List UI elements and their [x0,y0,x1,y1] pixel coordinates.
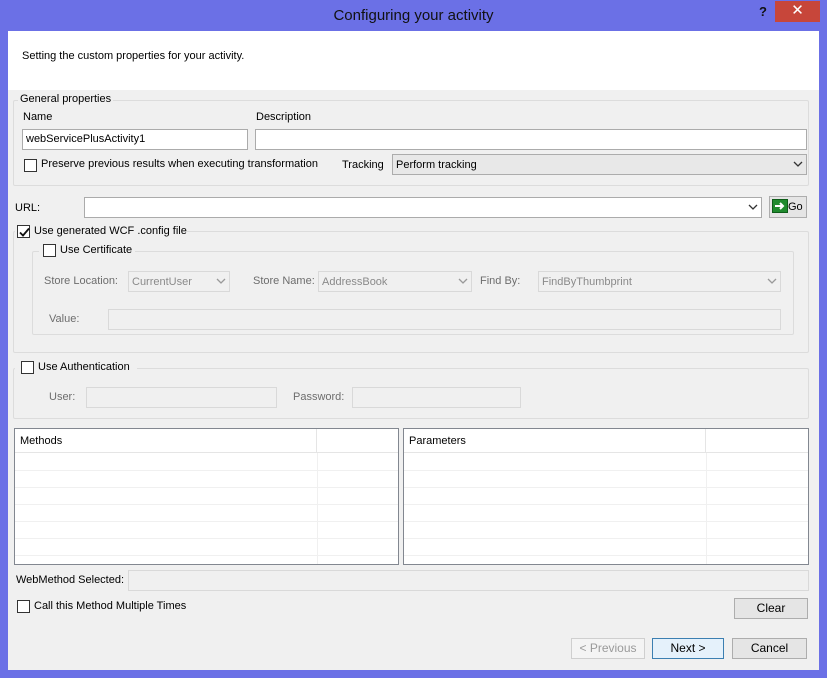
call-multiple-times-checkbox[interactable] [17,600,30,613]
dialog-window: Configuring your activity ? ✕ Setting th… [0,0,827,678]
parameters-extra-column-header[interactable] [706,429,808,453]
methods-list[interactable]: Methods [14,428,399,565]
value-input[interactable] [108,309,781,330]
description-label: Description [256,111,312,123]
chevron-down-icon [767,278,777,284]
list-row-line [15,555,398,556]
dialog-body: Setting the custom properties for your a… [8,31,819,670]
chevron-down-icon [793,161,803,167]
password-label: Password: [293,391,345,403]
tracking-select-value: Perform tracking [396,159,477,171]
name-label: Name [23,111,53,123]
description-input[interactable] [255,129,807,150]
store-name-value: AddressBook [322,276,388,288]
list-row-line [404,521,808,522]
chevron-down-icon [458,278,468,284]
tracking-select[interactable]: Perform tracking [392,154,807,175]
list-row-line [404,470,808,471]
list-row-line [15,538,398,539]
preserve-results-label: Preserve previous results when executing… [41,158,318,170]
cancel-button[interactable]: Cancel [732,638,807,659]
header-panel: Setting the custom properties for your a… [8,31,819,90]
tracking-label: Tracking [342,159,384,171]
value-label: Value: [49,313,80,325]
list-row-line [404,555,808,556]
preserve-results-checkbox[interactable] [24,159,37,172]
list-row-line [15,504,398,505]
find-by-select[interactable]: FindByThumbprint [538,271,781,292]
webmethod-selected-label: WebMethod Selected: [16,574,125,586]
go-button[interactable]: Go [769,196,807,218]
methods-extra-column-header[interactable] [317,429,398,453]
use-certificate-label: Use Certificate [60,244,133,256]
store-location-value: CurrentUser [132,276,192,288]
parameters-list[interactable]: Parameters [403,428,809,565]
wcf-config-label: Use generated WCF .config file [34,225,187,237]
find-by-value: FindByThumbprint [542,276,632,288]
window-title: Configuring your activity [333,7,494,24]
webmethod-selected-input[interactable] [128,570,809,591]
store-name-label: Store Name: [253,275,315,287]
store-location-select[interactable]: CurrentUser [128,271,230,292]
use-authentication-label: Use Authentication [38,361,130,373]
list-row-line [404,538,808,539]
list-row-line [15,487,398,488]
title-bar[interactable]: Configuring your activity ? ✕ [0,0,827,32]
next-button[interactable]: Next > [652,638,724,659]
user-input[interactable] [86,387,277,408]
user-label: User: [49,391,76,403]
call-multiple-times-label: Call this Method Multiple Times [34,600,187,612]
url-label: URL: [15,202,41,214]
general-properties-legend: General properties [18,93,114,105]
find-by-label: Find By: [480,275,521,287]
password-input[interactable] [352,387,521,408]
use-certificate-checkbox[interactable] [43,244,56,257]
store-name-select[interactable]: AddressBook [318,271,472,292]
list-row-line [15,470,398,471]
parameters-column-header[interactable]: Parameters [404,429,706,453]
header-description: Setting the custom properties for your a… [22,50,245,62]
store-location-label: Store Location: [44,275,118,287]
list-row-line [404,504,808,505]
go-arrow-icon [772,199,788,214]
name-input[interactable]: webServicePlusActivity1 [22,129,248,150]
go-button-label: Go [788,201,803,213]
methods-column-header[interactable]: Methods [15,429,317,453]
checkmark-icon [19,227,30,237]
close-icon: ✕ [791,2,804,19]
list-row-line [15,521,398,522]
previous-button[interactable]: < Previous [571,638,645,659]
help-button[interactable]: ? [752,2,774,24]
use-authentication-checkbox[interactable] [21,361,34,374]
list-row-line [404,487,808,488]
url-input[interactable] [84,197,762,218]
wcf-config-checkbox[interactable] [17,225,30,238]
close-button[interactable]: ✕ [775,1,820,22]
chevron-down-icon [216,278,226,284]
chevron-down-icon [748,204,758,210]
clear-button[interactable]: Clear [734,598,808,619]
